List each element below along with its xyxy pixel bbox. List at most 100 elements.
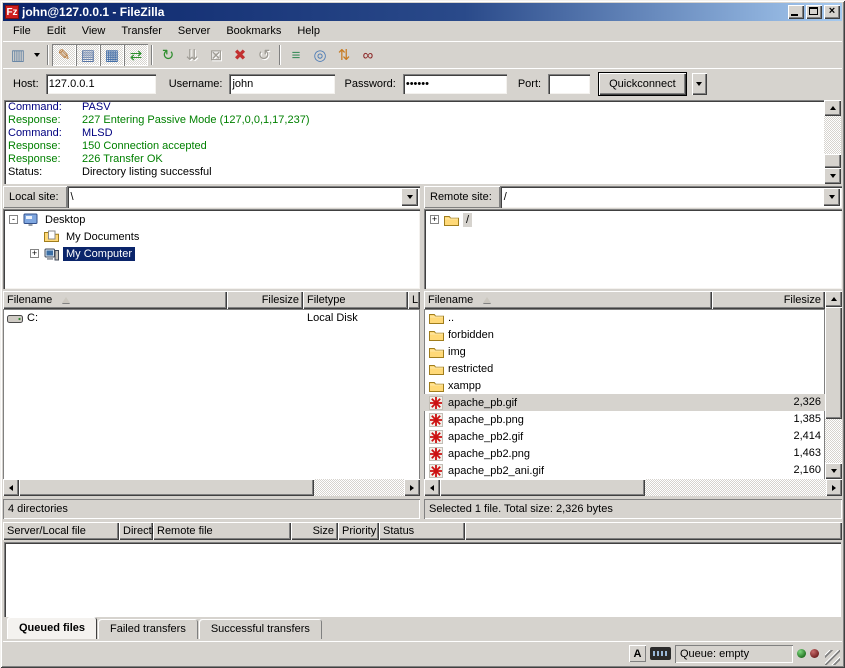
scrollbar-thumb[interactable] bbox=[19, 479, 314, 496]
cancel-operation-button[interactable]: ⊠ bbox=[204, 44, 228, 66]
menu-view[interactable]: View bbox=[74, 23, 114, 39]
menu-bookmarks[interactable]: Bookmarks bbox=[218, 23, 289, 39]
toggle-message-log-button[interactable]: ✎ bbox=[52, 44, 76, 66]
find-files-button[interactable]: ∞ bbox=[356, 44, 380, 66]
column-header-directi-[interactable]: Directi... bbox=[119, 522, 153, 540]
column-header-remote-file[interactable]: Remote file bbox=[153, 522, 291, 540]
scrollbar-track[interactable] bbox=[19, 479, 404, 496]
maximize-button[interactable] bbox=[806, 5, 822, 19]
remote-site-dropdown[interactable] bbox=[823, 188, 840, 206]
column-header-filename[interactable]: Filename bbox=[3, 291, 227, 309]
quickconnect-dropdown[interactable] bbox=[692, 73, 707, 95]
remote-file-row[interactable]: apache_pb.gif2,326 bbox=[424, 394, 825, 411]
column-header-spacer[interactable] bbox=[465, 522, 842, 540]
column-header-filename[interactable]: Filename bbox=[424, 291, 712, 309]
port-input[interactable] bbox=[548, 74, 590, 94]
remote-file-row[interactable]: img bbox=[424, 343, 825, 360]
scroll-down-button[interactable] bbox=[824, 168, 841, 184]
column-header-filetype[interactable]: Filetype bbox=[303, 291, 408, 309]
remote-file-row[interactable]: restricted bbox=[424, 360, 825, 377]
tab-successful-transfers[interactable]: Successful transfers bbox=[199, 619, 322, 639]
scrollbar-track[interactable] bbox=[440, 479, 826, 496]
arrow-left-icon bbox=[9, 485, 13, 491]
menu-edit[interactable]: Edit bbox=[39, 23, 74, 39]
toggle-remote-tree-button[interactable]: ▦ bbox=[100, 44, 124, 66]
synchronized-browsing-button[interactable]: ⇅ bbox=[332, 44, 356, 66]
remote-file-row[interactable]: .. bbox=[424, 309, 825, 326]
scrollbar-thumb[interactable] bbox=[824, 154, 841, 168]
file-name: restricted bbox=[448, 363, 493, 375]
remote-site-combo[interactable]: / bbox=[500, 186, 842, 208]
menu-server[interactable]: Server bbox=[170, 23, 218, 39]
arrow-up-icon bbox=[830, 106, 836, 110]
column-header-server-local-file[interactable]: Server/Local file bbox=[3, 522, 119, 540]
column-header-priority[interactable]: Priority bbox=[338, 522, 379, 540]
log-scrollbar[interactable] bbox=[824, 100, 841, 184]
menu-help[interactable]: Help bbox=[289, 23, 328, 39]
scroll-up-button[interactable] bbox=[824, 100, 841, 116]
remote-hscrollbar[interactable] bbox=[424, 479, 842, 496]
column-header-size[interactable]: Size bbox=[291, 522, 338, 540]
encryption-status-icon[interactable] bbox=[650, 647, 671, 660]
tab-failed-transfers[interactable]: Failed transfers bbox=[98, 619, 198, 639]
minimize-button[interactable] bbox=[788, 5, 804, 19]
toggle-local-tree-button[interactable]: ▤ bbox=[76, 44, 100, 66]
site-manager-button[interactable]: ▥ bbox=[6, 44, 30, 66]
username-input[interactable] bbox=[229, 74, 335, 94]
remote-file-row[interactable]: forbidden bbox=[424, 326, 825, 343]
tab-queued-files[interactable]: Queued files bbox=[7, 617, 97, 639]
collapse-icon[interactable]: - bbox=[9, 215, 18, 224]
refresh-button[interactable]: ↻ bbox=[156, 44, 180, 66]
data-type-icon[interactable]: A bbox=[629, 645, 646, 662]
remote-file-row[interactable]: apache_pb.png1,385 bbox=[424, 411, 825, 428]
remote-file-row[interactable]: apache_pb2.gif2,414 bbox=[424, 428, 825, 445]
local-file-row[interactable]: C:Local Disk bbox=[3, 309, 420, 326]
scroll-right-button[interactable] bbox=[404, 479, 420, 496]
resize-grip[interactable] bbox=[825, 650, 840, 665]
scroll-right-button[interactable] bbox=[826, 479, 842, 496]
scrollbar-thumb[interactable] bbox=[440, 479, 645, 496]
file-size: 2,414 bbox=[712, 428, 825, 445]
close-button[interactable]: × bbox=[824, 5, 840, 19]
local-site-dropdown[interactable] bbox=[401, 188, 418, 206]
scrollbar-thumb[interactable] bbox=[825, 307, 842, 419]
remote-file-row[interactable]: apache_pb2_ani.gif2,160 bbox=[424, 462, 825, 479]
scroll-up-button[interactable] bbox=[825, 291, 842, 307]
column-header-l[interactable]: L bbox=[408, 291, 420, 309]
toggle-queue-button[interactable]: ⇄ bbox=[124, 44, 148, 66]
title-bar[interactable]: Fz john@127.0.0.1 - FileZilla × bbox=[3, 3, 842, 21]
remote-vscrollbar[interactable] bbox=[825, 291, 842, 479]
host-input[interactable] bbox=[46, 74, 156, 94]
scrollbar-track[interactable] bbox=[825, 307, 842, 463]
disconnect-button[interactable]: ✖ bbox=[228, 44, 252, 66]
menu-file[interactable]: File bbox=[5, 23, 39, 39]
quickconnect-button[interactable]: Quickconnect bbox=[599, 73, 686, 95]
scrollbar-track[interactable] bbox=[824, 116, 841, 168]
local-site-combo[interactable]: \ bbox=[67, 186, 420, 208]
column-header-filesize[interactable]: Filesize bbox=[227, 291, 303, 309]
scroll-left-button[interactable] bbox=[3, 479, 19, 496]
site-manager-dropdown[interactable] bbox=[30, 44, 44, 66]
remote-file-row[interactable]: apache_pb2.png1,463 bbox=[424, 445, 825, 462]
column-header-status[interactable]: Status bbox=[379, 522, 465, 540]
chevron-down-icon bbox=[34, 53, 40, 57]
local-tree-item[interactable]: +My Computer bbox=[3, 245, 420, 262]
process-queue-button[interactable]: ⇊ bbox=[180, 44, 204, 66]
expand-icon[interactable]: + bbox=[30, 249, 39, 258]
local-tree-item[interactable]: My Documents bbox=[3, 228, 420, 245]
expand-icon[interactable]: + bbox=[430, 215, 439, 224]
scroll-down-button[interactable] bbox=[825, 463, 842, 479]
column-header-filesize[interactable]: Filesize bbox=[712, 291, 825, 309]
remote-file-row[interactable]: xampp bbox=[424, 377, 825, 394]
reconnect-button[interactable]: ↺ bbox=[252, 44, 276, 66]
menu-transfer[interactable]: Transfer bbox=[113, 23, 170, 39]
filter-button[interactable]: ≡ bbox=[284, 44, 308, 66]
file-type: Local Disk bbox=[303, 312, 408, 324]
local-tree-item[interactable]: -Desktop bbox=[3, 211, 420, 228]
password-input[interactable] bbox=[403, 74, 507, 94]
local-hscrollbar[interactable] bbox=[3, 479, 420, 496]
file-name: apache_pb.gif bbox=[448, 397, 517, 409]
directory-comparison-button[interactable]: ◎ bbox=[308, 44, 332, 66]
scroll-left-button[interactable] bbox=[424, 479, 440, 496]
remote-tree-item[interactable]: +/ bbox=[424, 211, 842, 228]
